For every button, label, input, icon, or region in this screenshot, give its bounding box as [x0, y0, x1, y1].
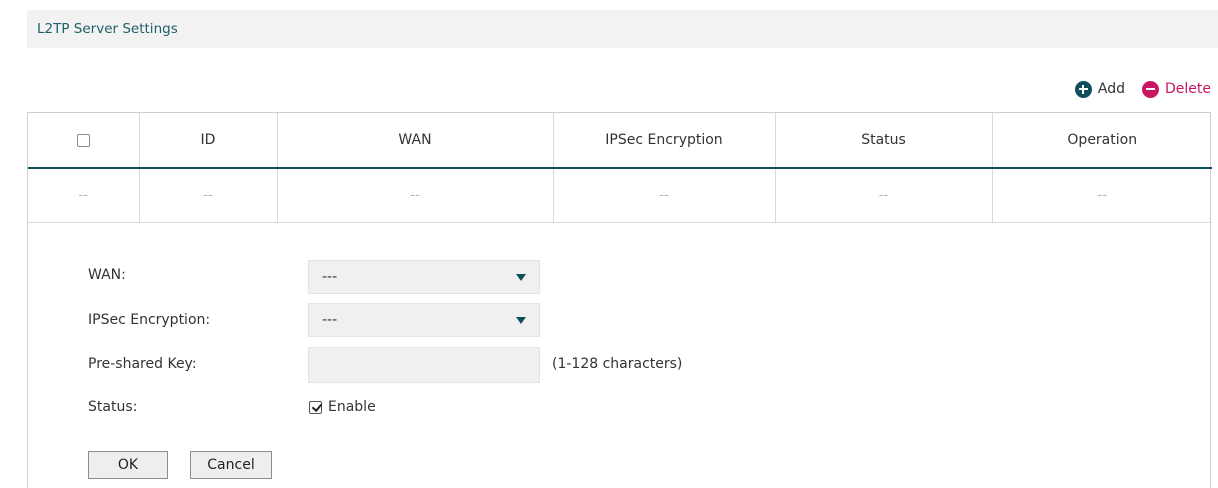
delete-button[interactable]: Delete [1142, 80, 1211, 98]
table-cell: -- [992, 168, 1212, 223]
wan-label: WAN: [88, 267, 126, 283]
status-enable-checkbox-group[interactable]: Enable [309, 399, 376, 415]
ipsec-select-value: --- [322, 312, 338, 328]
delete-label: Delete [1165, 81, 1211, 97]
caret-down-icon [516, 317, 526, 324]
ok-button[interactable]: OK [88, 451, 168, 479]
section-header: L2TP Server Settings [27, 10, 1218, 48]
table-row: -- -- -- -- -- -- [28, 168, 1212, 223]
add-label: Add [1097, 81, 1125, 97]
l2tp-server-panel: ID WAN IPSec Encryption Status Operation… [27, 112, 1212, 488]
column-header-wan[interactable]: WAN [277, 113, 554, 169]
table-header-row: ID WAN IPSec Encryption Status Operation [28, 113, 1212, 169]
add-button[interactable]: Add [1074, 80, 1125, 98]
column-header-id[interactable]: ID [139, 113, 278, 169]
server-table: ID WAN IPSec Encryption Status Operation… [28, 113, 1212, 223]
wan-select-value: --- [322, 269, 338, 285]
table-toolbar: Add Delete [1058, 78, 1211, 100]
minus-circle-icon [1142, 80, 1159, 98]
status-label: Status: [88, 399, 138, 415]
table-cell: -- [28, 168, 140, 223]
column-header-status[interactable]: Status [775, 113, 993, 169]
pre-shared-key-label: Pre-shared Key: [88, 356, 197, 372]
wan-select[interactable]: --- [308, 260, 540, 294]
select-all-checkbox[interactable] [76, 133, 90, 147]
column-header-ipsec[interactable]: IPSec Encryption [553, 113, 776, 169]
table-cell: -- [139, 168, 278, 223]
ipsec-encryption-select[interactable]: --- [308, 303, 540, 337]
plus-circle-icon [1074, 80, 1092, 98]
table-cell: -- [277, 168, 554, 223]
caret-down-icon [516, 274, 526, 281]
status-enable-label: Enable [328, 399, 376, 415]
status-enable-checkbox[interactable] [309, 400, 322, 414]
section-title: L2TP Server Settings [37, 21, 178, 37]
ipsec-encryption-label: IPSec Encryption: [88, 312, 211, 328]
column-header-operation: Operation [992, 113, 1212, 169]
select-all-header [28, 113, 140, 169]
pre-shared-key-input[interactable] [308, 347, 540, 383]
pre-shared-key-hint: (1-128 characters) [552, 356, 683, 372]
cancel-button[interactable]: Cancel [190, 451, 272, 479]
table-cell: -- [553, 168, 776, 223]
table-cell: -- [775, 168, 993, 223]
